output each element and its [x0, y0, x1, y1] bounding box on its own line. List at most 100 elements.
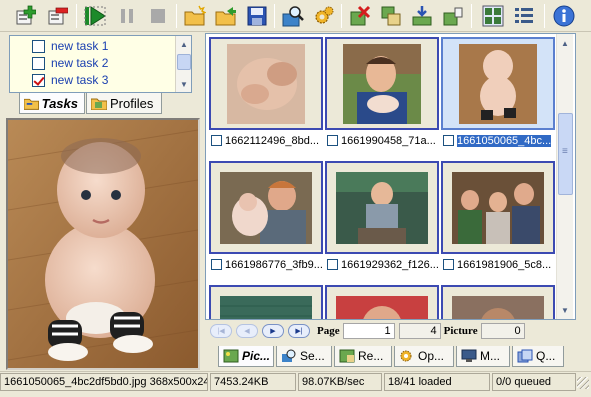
- thumbnail-checkbox[interactable]: [211, 259, 222, 270]
- thumbnail-checkbox[interactable]: [443, 135, 454, 146]
- status-size: 7453.24KB: [210, 373, 296, 391]
- thumbnail-item[interactable]: [209, 285, 323, 319]
- scroll-down-arrow-icon[interactable]: ▼: [558, 303, 572, 317]
- search-tab-icon: [282, 349, 296, 362]
- play-icon[interactable]: [82, 3, 108, 29]
- thumbnail-item[interactable]: [441, 285, 555, 319]
- status-bar: 1661050065_4bc2df5bd0.jpg 368x500x24 745…: [0, 371, 591, 391]
- thumbnail-item[interactable]: 1661929362_f126...: [325, 161, 439, 275]
- status-file-info: 1661050065_4bc2df5bd0.jpg 368x500x24: [0, 373, 208, 391]
- tab-pictures[interactable]: Pic...: [218, 346, 274, 367]
- tab-label: Se...: [300, 349, 325, 363]
- thumbnail-item[interactable]: [325, 285, 439, 319]
- queue-icon: [517, 349, 533, 363]
- thumbnail-image: [220, 171, 312, 244]
- scroll-up-arrow-icon[interactable]: ▲: [558, 36, 572, 50]
- next-page-icon: ▶: [270, 328, 276, 335]
- tab-results[interactable]: Re...: [334, 346, 392, 367]
- tab-label: Q...: [536, 349, 556, 363]
- thumbnail-caption: 1661050065_4bc...: [457, 134, 552, 147]
- download-picture-icon[interactable]: [409, 3, 435, 29]
- tab-monitor[interactable]: M...: [456, 346, 510, 367]
- thumbnail-grid-scrollbar[interactable]: ▲ ▼: [556, 34, 573, 319]
- task-checkbox[interactable]: [32, 39, 45, 53]
- tab-label: Tasks: [41, 95, 78, 111]
- status-queued: 0/0 queued: [492, 373, 576, 391]
- stop-icon[interactable]: [145, 3, 171, 29]
- task-item[interactable]: new task 3: [32, 72, 108, 88]
- resize-grip[interactable]: [577, 377, 589, 389]
- tab-profiles[interactable]: Profiles: [86, 93, 162, 114]
- pager: |◀ ◀ ▶ ▶| Page 1 4 Picture 0: [210, 320, 574, 342]
- baby-photo-preview: [8, 120, 198, 368]
- picture-preview: [6, 118, 200, 370]
- thumbnail-checkbox[interactable]: [327, 135, 338, 146]
- settings-icon[interactable]: [311, 3, 337, 29]
- last-page-icon: ▶|: [295, 328, 303, 335]
- tab-label: Profiles: [110, 95, 154, 111]
- page-label: Page: [317, 325, 340, 337]
- thumbnail-item[interactable]: 1661990458_71a...: [325, 37, 439, 151]
- thumbnail-item[interactable]: 1661986776_3fb9...: [209, 161, 323, 275]
- task-item[interactable]: new task 1: [32, 38, 108, 54]
- info-icon[interactable]: [551, 3, 577, 29]
- search-icon[interactable]: [280, 3, 306, 29]
- delete-picture-icon[interactable]: [347, 3, 373, 29]
- thumbnail-checkbox[interactable]: [211, 135, 222, 146]
- open-folder-icon[interactable]: [213, 3, 239, 29]
- thumbnail-checkbox[interactable]: [327, 259, 338, 270]
- task-checkbox[interactable]: [32, 73, 45, 87]
- thumbnail-caption: 1662112496_8bd...: [225, 134, 319, 147]
- thumbnail-caption: 1661986776_3fb9...: [225, 258, 323, 271]
- list-view-icon[interactable]: [511, 3, 537, 29]
- tab-options[interactable]: Op...: [394, 346, 454, 367]
- thumbnail-image: [459, 43, 537, 124]
- thumbnail-image: [336, 295, 428, 319]
- profiles-tab-icon: [91, 98, 107, 110]
- task-label: new task 1: [51, 39, 109, 53]
- first-page-icon: |◀: [217, 328, 225, 335]
- thumbnail-checkbox[interactable]: [443, 259, 454, 270]
- tab-search[interactable]: Se...: [276, 346, 332, 367]
- results-icon: [339, 349, 355, 363]
- next-page-button[interactable]: ▶: [262, 324, 284, 338]
- task-item[interactable]: new task 2: [32, 55, 108, 71]
- scroll-down-arrow-icon[interactable]: ▼: [177, 77, 191, 91]
- first-page-button[interactable]: |◀: [210, 324, 232, 338]
- copy-picture-icon[interactable]: [378, 3, 404, 29]
- remove-task-icon[interactable]: [44, 3, 70, 29]
- page-number-input[interactable]: 1: [342, 323, 395, 339]
- export-picture-icon[interactable]: [440, 3, 466, 29]
- tab-queue[interactable]: Q...: [512, 346, 564, 367]
- task-checkbox[interactable]: [32, 56, 45, 70]
- new-folder-icon[interactable]: [182, 3, 208, 29]
- scroll-up-arrow-icon[interactable]: ▲: [177, 37, 191, 51]
- task-label: new task 3: [51, 73, 109, 87]
- thumbnail-item[interactable]: 1662112496_8bd...: [209, 37, 323, 151]
- scroll-thumb[interactable]: [177, 54, 191, 70]
- status-speed: 98.07KB/sec: [298, 373, 382, 391]
- scroll-thumb[interactable]: [558, 113, 573, 195]
- thumbnail-image: [343, 43, 421, 124]
- add-task-icon[interactable]: [12, 3, 38, 29]
- task-list-scrollbar[interactable]: ▲ ▼: [175, 36, 191, 92]
- grid-view-icon[interactable]: [480, 3, 506, 29]
- prev-page-button[interactable]: ◀: [236, 324, 258, 338]
- tab-tasks[interactable]: Tasks: [19, 93, 85, 114]
- last-page-button[interactable]: ▶|: [288, 324, 310, 338]
- task-label: new task 2: [51, 56, 109, 70]
- thumbnail-image: [220, 295, 312, 319]
- toolbar: [0, 0, 591, 32]
- pause-icon[interactable]: [114, 3, 140, 29]
- options-icon: [400, 350, 412, 362]
- pictures-icon: [223, 349, 239, 363]
- tab-label: Re...: [358, 349, 384, 363]
- thumbnail-item[interactable]: 1661050065_4bc...: [441, 37, 555, 151]
- tab-label: Pic...: [242, 349, 271, 363]
- thumbnail-image: [227, 43, 305, 124]
- monitor-icon: [461, 349, 477, 362]
- picture-number: 0: [480, 323, 525, 339]
- thumbnail-caption: 1661990458_71a...: [341, 134, 436, 147]
- thumbnail-item[interactable]: 1661981906_5c8...: [441, 161, 555, 275]
- save-icon[interactable]: [244, 3, 270, 29]
